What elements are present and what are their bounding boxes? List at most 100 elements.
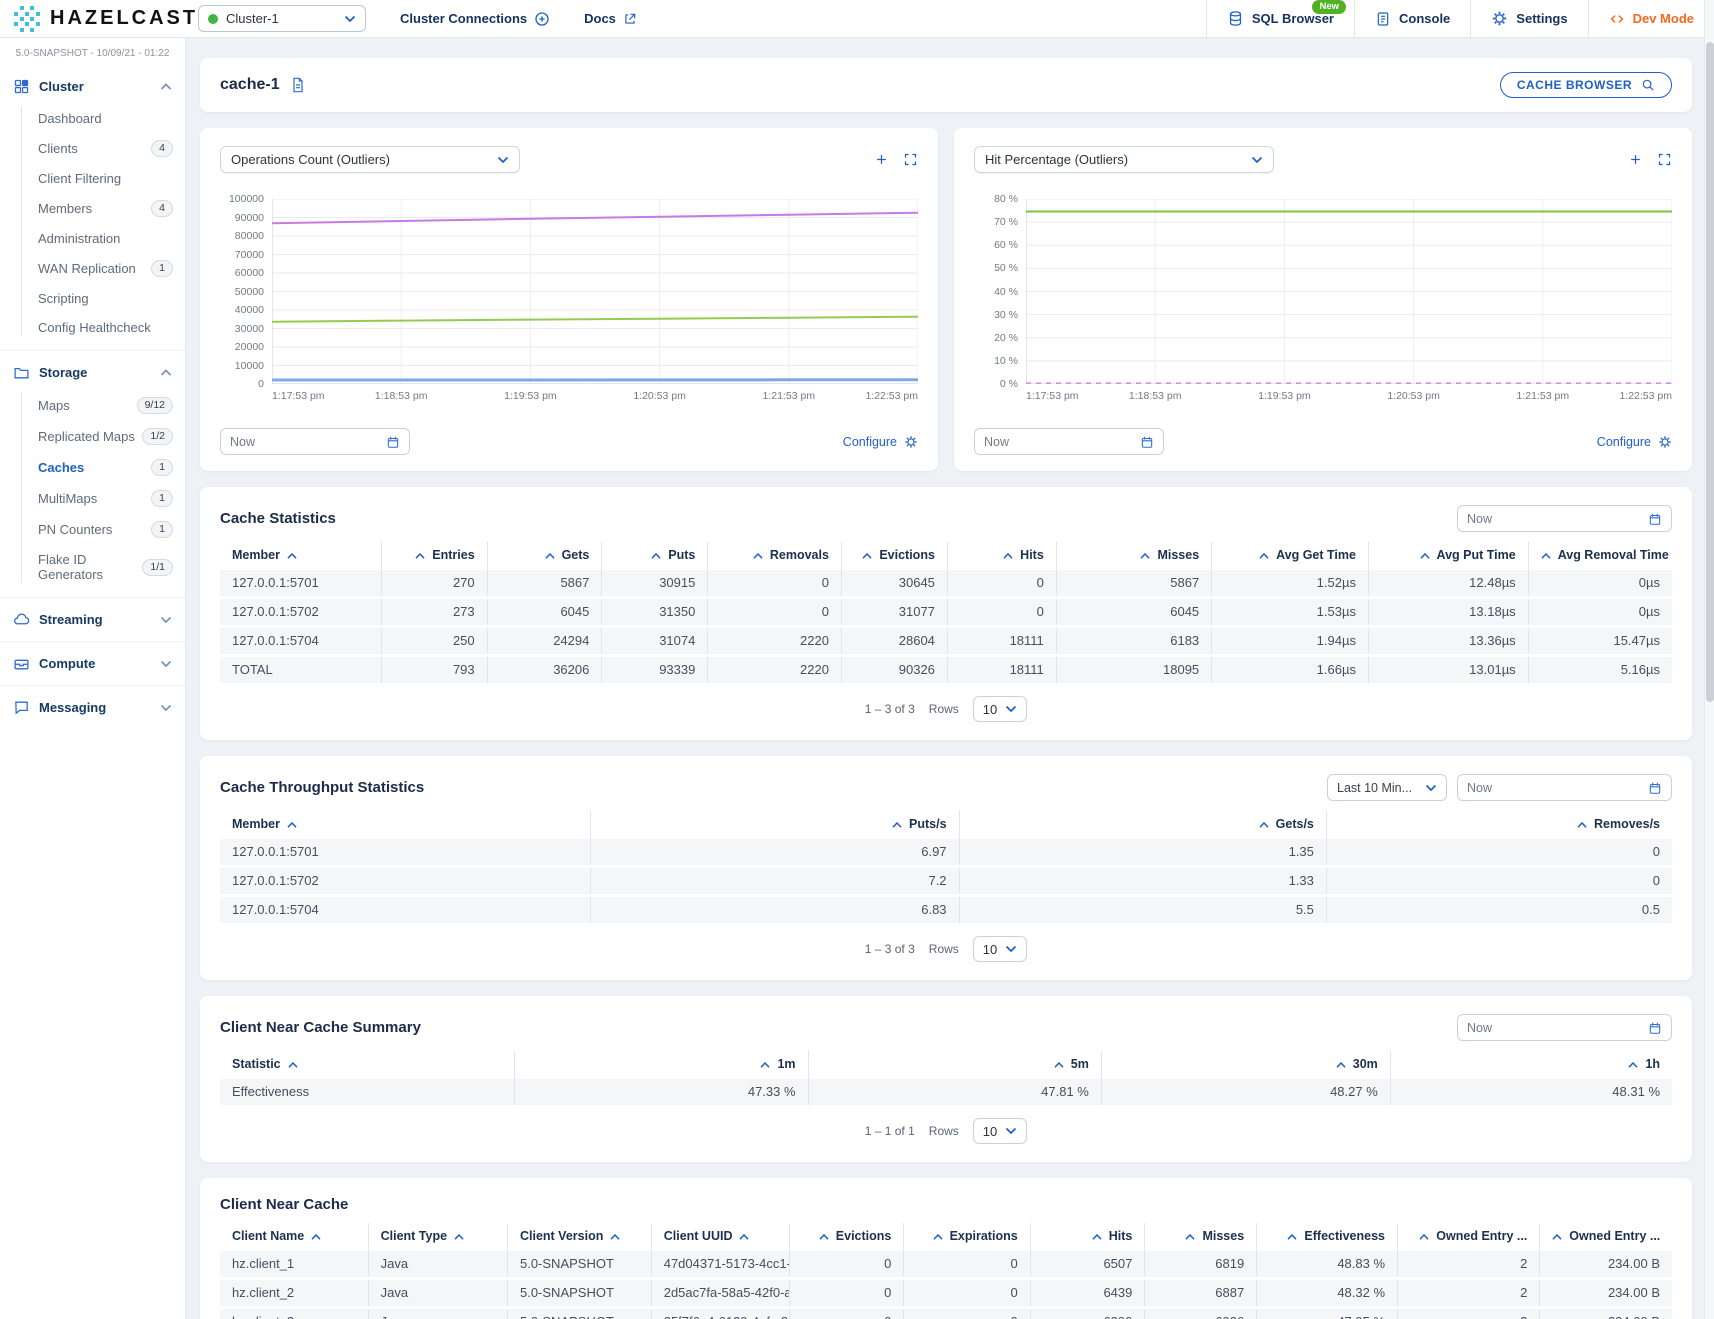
near-cache-card: Client Near Cache Client NameClient Type… [200, 1178, 1692, 1319]
configure-link[interactable]: Configure [1597, 435, 1672, 449]
near-cache-summary-table: Statistic1m5m30m1hEffectiveness47.33 %47… [220, 1051, 1672, 1144]
column-header-puts[interactable]: Puts [602, 542, 708, 570]
column-header-member[interactable]: Member [220, 542, 381, 570]
sidebar-section-streaming[interactable]: Streaming [0, 602, 185, 637]
table-row[interactable]: Effectiveness47.33 %47.81 %48.27 %48.31 … [220, 1079, 1672, 1107]
gear-icon [1491, 10, 1508, 27]
sort-caret-icon [760, 1062, 770, 1068]
chart-metric-select[interactable]: Operations Count (Outliers) [220, 146, 520, 173]
sidebar-item-multimaps[interactable]: MultiMaps1 [0, 483, 185, 514]
time-travel-input[interactable]: Now [1457, 505, 1672, 532]
column-header-client-type[interactable]: Client Type [368, 1223, 507, 1251]
column-header-misses[interactable]: Misses [1145, 1223, 1257, 1251]
column-header-client-name[interactable]: Client Name [220, 1223, 368, 1251]
time-travel-input[interactable]: Now [220, 428, 410, 455]
column-header-removals[interactable]: Removals [708, 542, 842, 570]
sidebar-section-compute[interactable]: Compute [0, 646, 185, 681]
column-header-member[interactable]: Member [220, 811, 590, 839]
sidebar-item-caches[interactable]: Caches1 [0, 452, 185, 483]
sidebar-section-storage[interactable]: Storage [0, 355, 185, 390]
column-header-hits[interactable]: Hits [947, 542, 1056, 570]
sidebar-item-client-filtering[interactable]: Client Filtering [0, 164, 185, 193]
page-size-select[interactable]: 10 [973, 696, 1027, 722]
dev-mode-button[interactable]: Dev Mode [1588, 0, 1714, 37]
table-row[interactable]: 127.0.0.1:5702273604531350031077060451.5… [220, 598, 1672, 627]
count-badge: 1/1 [142, 559, 173, 576]
column-header-entries[interactable]: Entries [381, 542, 487, 570]
column-header-statistic[interactable]: Statistic [220, 1051, 515, 1079]
sidebar-item-wan-replication[interactable]: WAN Replication1 [0, 253, 185, 284]
console-button[interactable]: Console [1354, 0, 1470, 37]
page-size-select[interactable]: 10 [973, 1118, 1027, 1144]
column-header-misses[interactable]: Misses [1056, 542, 1211, 570]
settings-button[interactable]: Settings [1470, 0, 1587, 37]
file-icon[interactable] [290, 77, 306, 93]
time-travel-input[interactable]: Now [1457, 774, 1672, 801]
time-range-select[interactable]: Last 10 Min... [1327, 774, 1447, 801]
expand-chart-button[interactable] [1657, 152, 1672, 167]
table-row[interactable]: hz.client_3Java5.0-SNAPSHOT25f7f6a4-6139… [220, 1308, 1672, 1319]
sidebar-item-replicated-maps[interactable]: Replicated Maps1/2 [0, 421, 185, 452]
sidebar-item-members[interactable]: Members4 [0, 193, 185, 224]
add-chart-button[interactable] [1628, 152, 1643, 167]
page-size-select[interactable]: 10 [973, 936, 1027, 962]
column-header-1h[interactable]: 1h [1390, 1051, 1672, 1079]
docs-link[interactable]: Docs [584, 0, 637, 37]
configure-link[interactable]: Configure [843, 435, 918, 449]
column-header-evictions[interactable]: Evictions [789, 1223, 904, 1251]
pagination: 1 – 1 of 1Rows10 [220, 1118, 1672, 1144]
column-header-gets[interactable]: Gets [487, 542, 602, 570]
sidebar-item-maps[interactable]: Maps9/12 [0, 390, 185, 421]
sidebar-item-flake-id-generators[interactable]: Flake ID Generators1/1 [0, 545, 185, 589]
table-row[interactable]: hz.client_1Java5.0-SNAPSHOT47d04371-5173… [220, 1251, 1672, 1279]
time-travel-input[interactable]: Now [974, 428, 1164, 455]
sql-browser-button[interactable]: New SQL Browser [1206, 0, 1354, 37]
chart-metric-select[interactable]: Hit Percentage (Outliers) [974, 146, 1274, 173]
column-header-expirations[interactable]: Expirations [904, 1223, 1030, 1251]
expand-chart-button[interactable] [903, 152, 918, 167]
column-header-5m[interactable]: 5m [808, 1051, 1101, 1079]
add-chart-button[interactable] [874, 152, 889, 167]
sidebar-item-clients[interactable]: Clients4 [0, 133, 185, 164]
table-row[interactable]: TOTAL793362069333922209032618111180951.6… [220, 656, 1672, 685]
column-header-effectiveness[interactable]: Effectiveness [1257, 1223, 1398, 1251]
column-header-30m[interactable]: 30m [1101, 1051, 1390, 1079]
column-header-owned-entry[interactable]: Owned Entry ... [1540, 1223, 1672, 1251]
database-icon [1227, 10, 1244, 27]
sidebar-nav: ClusterDashboardClients4Client Filtering… [0, 65, 185, 729]
column-header-1m[interactable]: 1m [515, 1051, 808, 1079]
column-header-client-uuid[interactable]: Client UUID [651, 1223, 789, 1251]
cluster-select[interactable]: Cluster-1 [198, 5, 366, 32]
cluster-connections-link[interactable]: Cluster Connections [400, 0, 550, 37]
table-row[interactable]: hz.client_2Java5.0-SNAPSHOT2d5ac7fa-58a5… [220, 1279, 1672, 1308]
scrollbar-thumb[interactable] [1706, 42, 1714, 702]
time-travel-input[interactable]: Now [1457, 1014, 1672, 1041]
table-row[interactable]: 127.0.0.1:57016.971.350 [220, 839, 1672, 867]
page-scrollbar[interactable] [1704, 0, 1714, 1319]
sidebar-section-cluster[interactable]: Cluster [0, 69, 185, 104]
column-header-evictions[interactable]: Evictions [841, 542, 947, 570]
docs-label: Docs [584, 11, 616, 26]
table-row[interactable]: 127.0.0.1:57027.21.330 [220, 867, 1672, 896]
column-header-avg-put-time[interactable]: Avg Put Time [1368, 542, 1528, 570]
sidebar-item-pn-counters[interactable]: PN Counters1 [0, 514, 185, 545]
column-header-avg-removal-time[interactable]: Avg Removal Time [1528, 542, 1672, 570]
table-row[interactable]: 127.0.0.1:570425024294310742220286041811… [220, 627, 1672, 656]
table-row[interactable]: 127.0.0.1:5701270586730915030645058671.5… [220, 570, 1672, 598]
sidebar-item-config-healthcheck[interactable]: Config Healthcheck [0, 313, 185, 342]
column-header-hits[interactable]: Hits [1030, 1223, 1145, 1251]
sidebar-item-dashboard[interactable]: Dashboard [0, 104, 185, 133]
sidebar-item-administration[interactable]: Administration [0, 224, 185, 253]
cache-browser-button[interactable]: CACHE BROWSER [1500, 72, 1672, 98]
sidebar-section-messaging[interactable]: Messaging [0, 690, 185, 725]
sidebar-item-scripting[interactable]: Scripting [0, 284, 185, 313]
column-header-gets-s[interactable]: Gets/s [959, 811, 1326, 839]
column-header-client-version[interactable]: Client Version [507, 1223, 651, 1251]
near-cache-table: Client NameClient TypeClient VersionClie… [220, 1223, 1672, 1319]
column-header-avg-get-time[interactable]: Avg Get Time [1212, 542, 1369, 570]
column-header-removes-s[interactable]: Removes/s [1326, 811, 1672, 839]
column-header-owned-entry[interactable]: Owned Entry ... [1398, 1223, 1540, 1251]
table-row[interactable]: 127.0.0.1:57046.835.50.5 [220, 896, 1672, 925]
sort-caret-icon [753, 553, 763, 559]
column-header-puts-s[interactable]: Puts/s [590, 811, 959, 839]
